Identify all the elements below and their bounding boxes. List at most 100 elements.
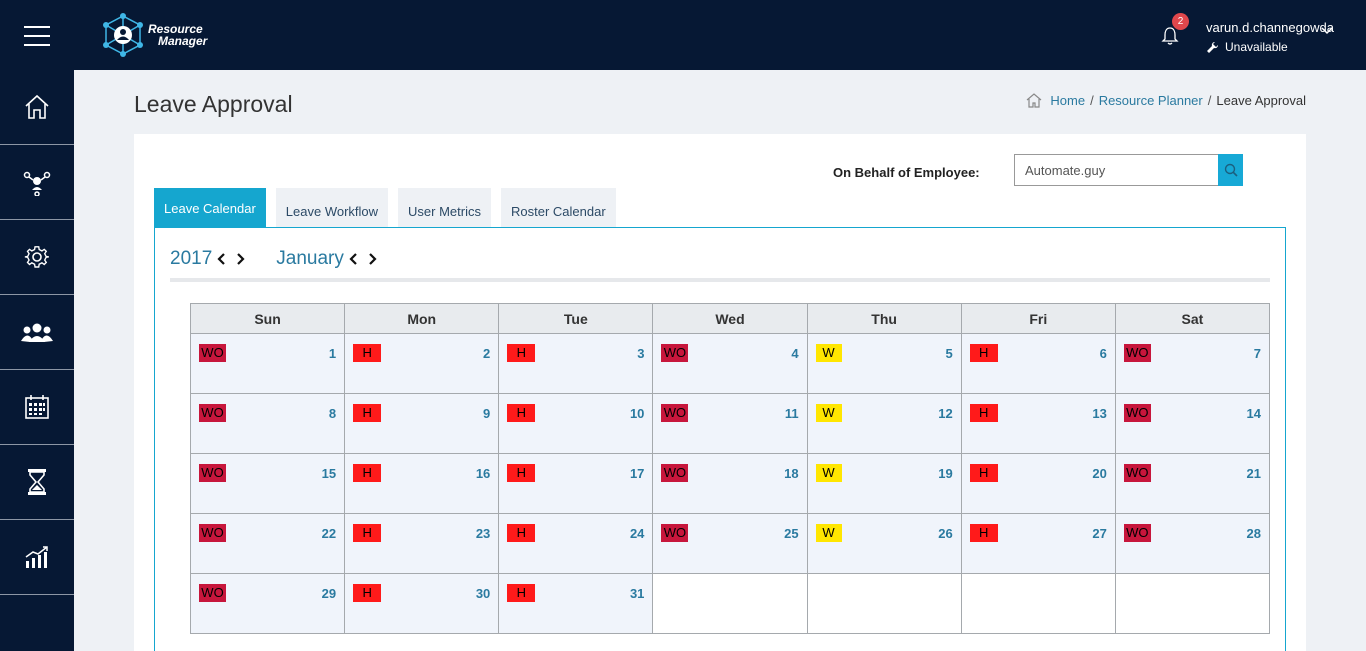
calendar-day-cell[interactable]: WO 1 — [189, 333, 346, 394]
leave-type-tag[interactable]: WO — [661, 524, 689, 542]
leave-type-tag[interactable]: H — [353, 524, 382, 542]
leave-type-tag[interactable]: H — [969, 464, 998, 482]
app-logo[interactable]: Resource Manager — [102, 12, 207, 58]
calendar-day-cell[interactable]: H 16 — [344, 453, 500, 514]
calendar-day-cell[interactable]: H 30 — [344, 573, 500, 634]
calendar-day-cell[interactable]: WO 14 — [1114, 393, 1271, 454]
weekday-header: Thu — [806, 303, 962, 334]
calendar-week-row: WO 29 H 30 H 31 — [189, 573, 1271, 634]
calendar-day-cell[interactable]: WO 4 — [652, 333, 808, 394]
leave-type-tag[interactable]: H — [507, 524, 536, 542]
leave-type-tag[interactable]: H — [353, 584, 382, 602]
leave-type-tag[interactable]: WO — [199, 464, 226, 482]
sidebar-item-timesheet[interactable] — [0, 445, 74, 520]
leave-type-tag[interactable]: H — [969, 524, 998, 542]
day-number: 3 — [637, 346, 645, 361]
calendar-day-cell[interactable]: WO 11 — [652, 393, 808, 454]
calendar-week-row: WO 15 H 16 H 17 WO 18 W 19 H 20 WO 21 — [189, 453, 1271, 514]
leave-type-tag[interactable]: H — [353, 344, 382, 362]
calendar-day-cell[interactable]: W5 — [806, 333, 962, 394]
sidebar-item-resources[interactable] — [0, 145, 74, 220]
calendar-day-cell[interactable]: H3 — [498, 333, 654, 394]
breadcrumb-home-link[interactable]: Home — [1050, 93, 1085, 108]
notification-badge[interactable]: 2 — [1172, 13, 1189, 30]
sidebar-item-settings[interactable] — [0, 220, 74, 295]
sidebar-item-calendar[interactable] — [0, 370, 74, 445]
leave-type-tag[interactable]: H — [507, 464, 536, 482]
prev-month-button[interactable] — [348, 252, 358, 266]
calendar-day-cell[interactable]: WO 15 — [189, 453, 346, 514]
behalf-employee-input[interactable] — [1014, 154, 1219, 186]
calendar-day-cell[interactable]: WO 7 — [1114, 333, 1271, 394]
leave-type-tag[interactable]: WO — [199, 404, 226, 422]
leave-type-tag[interactable]: WO — [199, 584, 226, 602]
calendar-day-cell[interactable]: WO 29 — [189, 573, 346, 634]
user-name[interactable]: varun.d.channegowda — [1206, 20, 1334, 35]
leave-type-tag[interactable]: WO — [1123, 404, 1151, 422]
chevron-down-icon[interactable] — [1320, 26, 1334, 36]
leave-type-tag[interactable]: WO — [1123, 344, 1151, 362]
calendar-day-cell[interactable]: H2 — [344, 333, 500, 394]
leave-type-tag[interactable]: W — [815, 464, 842, 482]
calendar-day-cell[interactable]: WO 25 — [652, 513, 808, 574]
leave-type-tag[interactable]: W — [815, 524, 842, 542]
user-status[interactable]: Unavailable — [1206, 40, 1288, 54]
tab-bar: Leave Calendar Leave Workflow User Metri… — [154, 188, 626, 228]
leave-type-tag[interactable]: H — [507, 344, 536, 362]
calendar-day-cell[interactable]: H 27 — [960, 513, 1116, 574]
sidebar-item-home[interactable] — [0, 70, 74, 145]
team-icon — [21, 323, 53, 342]
calendar-day-cell[interactable]: W 19 — [806, 453, 962, 514]
sidebar-item-team[interactable] — [0, 295, 74, 370]
leave-type-tag[interactable]: H — [353, 404, 382, 422]
leave-type-tag[interactable]: H — [353, 464, 382, 482]
leave-type-tag[interactable]: H — [507, 404, 536, 422]
prev-year-button[interactable] — [216, 252, 226, 266]
calendar-day-cell[interactable]: WO 21 — [1114, 453, 1271, 514]
home-icon[interactable] — [1026, 93, 1042, 108]
leave-type-tag[interactable]: H — [507, 584, 536, 602]
employee-search-button[interactable] — [1218, 154, 1243, 186]
leave-type-tag[interactable]: W — [815, 404, 842, 422]
calendar-nav: 2017 January — [170, 248, 378, 270]
next-month-button[interactable] — [368, 252, 378, 266]
breadcrumb-planner-link[interactable]: Resource Planner — [1099, 93, 1203, 108]
calendar-day-cell[interactable]: H6 — [960, 333, 1116, 394]
calendar-day-cell[interactable]: H 31 — [498, 573, 654, 634]
tab-roster-calendar[interactable]: Roster Calendar — [501, 188, 616, 228]
leave-type-tag[interactable]: WO — [661, 344, 689, 362]
leave-type-tag[interactable]: W — [815, 344, 842, 362]
leave-type-tag[interactable]: WO — [199, 344, 226, 362]
menu-toggle-button[interactable] — [24, 26, 50, 46]
day-number: 19 — [938, 466, 953, 481]
calendar-day-cell[interactable]: H 23 — [344, 513, 500, 574]
leave-type-tag[interactable]: WO — [199, 524, 226, 542]
leave-type-tag[interactable]: WO — [1123, 524, 1151, 542]
gear-icon — [24, 246, 49, 268]
calendar-day-cell[interactable]: WO 22 — [189, 513, 346, 574]
weekday-header: Fri — [960, 303, 1116, 334]
calendar-day-cell[interactable]: H 20 — [960, 453, 1116, 514]
leave-type-tag[interactable]: WO — [661, 404, 689, 422]
leave-type-tag[interactable]: WO — [661, 464, 689, 482]
calendar-day-cell[interactable]: H 24 — [498, 513, 654, 574]
calendar-day-cell[interactable]: W 12 — [806, 393, 962, 454]
calendar-day-cell[interactable]: WO 18 — [652, 453, 808, 514]
tab-leave-calendar[interactable]: Leave Calendar — [154, 188, 266, 228]
calendar-day-cell[interactable]: H9 — [344, 393, 500, 454]
calendar-day-cell[interactable]: H 17 — [498, 453, 654, 514]
weekday-header-row: Sun Mon Tue Wed Thu Fri Sat — [189, 303, 1271, 334]
calendar-grid: Sun Mon Tue Wed Thu Fri Sat WO 1 H 2 H 3 WO 4 W 5 H 6 WO 7 W… — [189, 303, 1271, 634]
next-year-button[interactable] — [236, 252, 246, 266]
calendar-day-cell[interactable]: H 13 — [960, 393, 1116, 454]
calendar-day-cell[interactable]: WO 8 — [189, 393, 346, 454]
leave-type-tag[interactable]: H — [969, 404, 998, 422]
sidebar-item-reports[interactable] — [0, 520, 74, 595]
tab-leave-workflow[interactable]: Leave Workflow — [275, 188, 389, 228]
calendar-day-cell[interactable]: WO 28 — [1114, 513, 1271, 574]
leave-type-tag[interactable]: H — [969, 344, 998, 362]
leave-type-tag[interactable]: WO — [1123, 464, 1151, 482]
tab-user-metrics[interactable]: User Metrics — [398, 188, 491, 228]
calendar-day-cell[interactable]: W 26 — [806, 513, 962, 574]
calendar-day-cell[interactable]: H 10 — [498, 393, 654, 454]
